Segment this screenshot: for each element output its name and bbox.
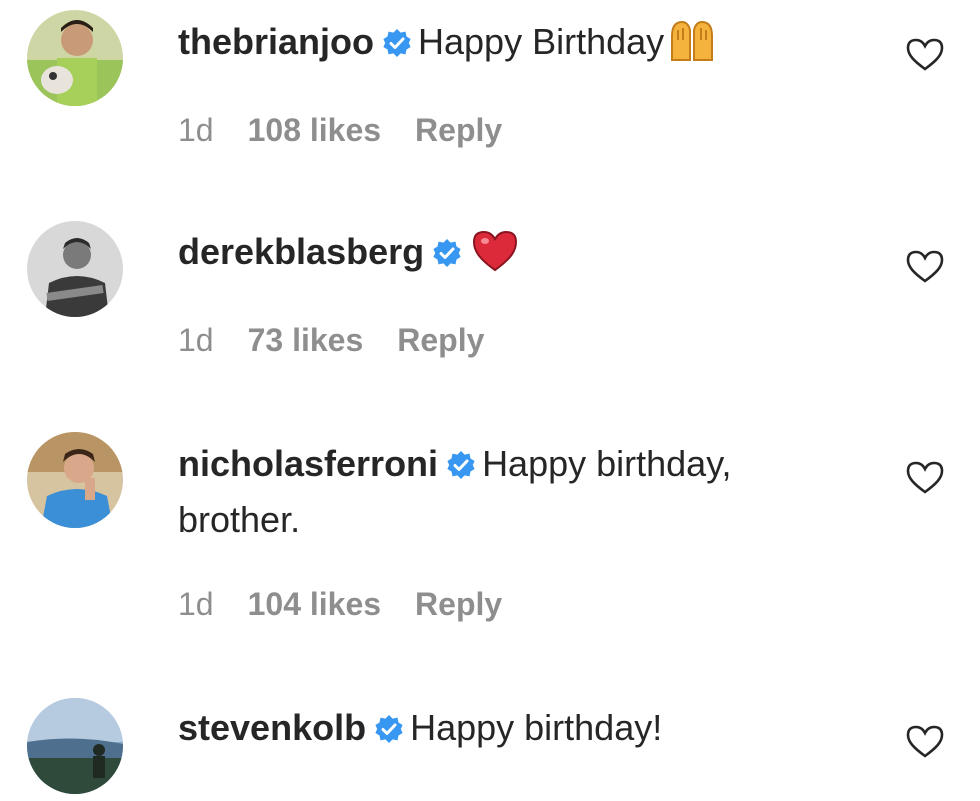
verified-badge-icon (382, 20, 412, 72)
reply-button[interactable]: Reply (415, 112, 502, 148)
comment-time: 1d (178, 112, 214, 148)
avatar[interactable] (27, 221, 123, 317)
avatar[interactable] (27, 698, 123, 794)
username[interactable]: derekblasberg (178, 231, 424, 272)
like-heart-icon[interactable] (906, 38, 944, 72)
verified-badge-icon (374, 706, 404, 758)
username[interactable]: thebrianjoo (178, 21, 374, 62)
comment-meta: 1d 73 likes Reply (178, 322, 518, 359)
avatar[interactable] (27, 10, 123, 106)
comment-meta: 1d 104 likes Reply (178, 586, 536, 623)
likes-count[interactable]: 108 likes (248, 112, 381, 148)
comment-time: 1d (178, 322, 214, 358)
like-heart-icon[interactable] (906, 725, 944, 759)
red-heart-emoji-icon (472, 230, 518, 286)
comment-text: thebrianjoo Happy Birthday (178, 16, 858, 76)
comment-meta: 1d 108 likes Reply (178, 112, 536, 149)
reply-button[interactable]: Reply (397, 322, 484, 358)
comment-text: stevenkolb Happy birthday! (178, 702, 858, 758)
likes-count[interactable]: 104 likes (248, 586, 381, 622)
comment-text: nicholasferroni Happy birthday, brother. (178, 438, 858, 546)
like-heart-icon[interactable] (906, 250, 944, 284)
comment-body: Happy birthday! (410, 707, 663, 748)
like-heart-icon[interactable] (906, 461, 944, 495)
comment-body: Happy Birthday (418, 21, 665, 62)
avatar[interactable] (27, 432, 123, 528)
username[interactable]: nicholasferroni (178, 443, 438, 484)
comment-text: derekblasberg (178, 226, 858, 286)
raising-hands-emoji-icon (668, 16, 716, 76)
comment-time: 1d (178, 586, 214, 622)
likes-count[interactable]: 73 likes (248, 322, 364, 358)
verified-badge-icon (432, 230, 462, 282)
reply-button[interactable]: Reply (415, 586, 502, 622)
verified-badge-icon (446, 442, 476, 494)
username[interactable]: stevenkolb (178, 707, 366, 748)
